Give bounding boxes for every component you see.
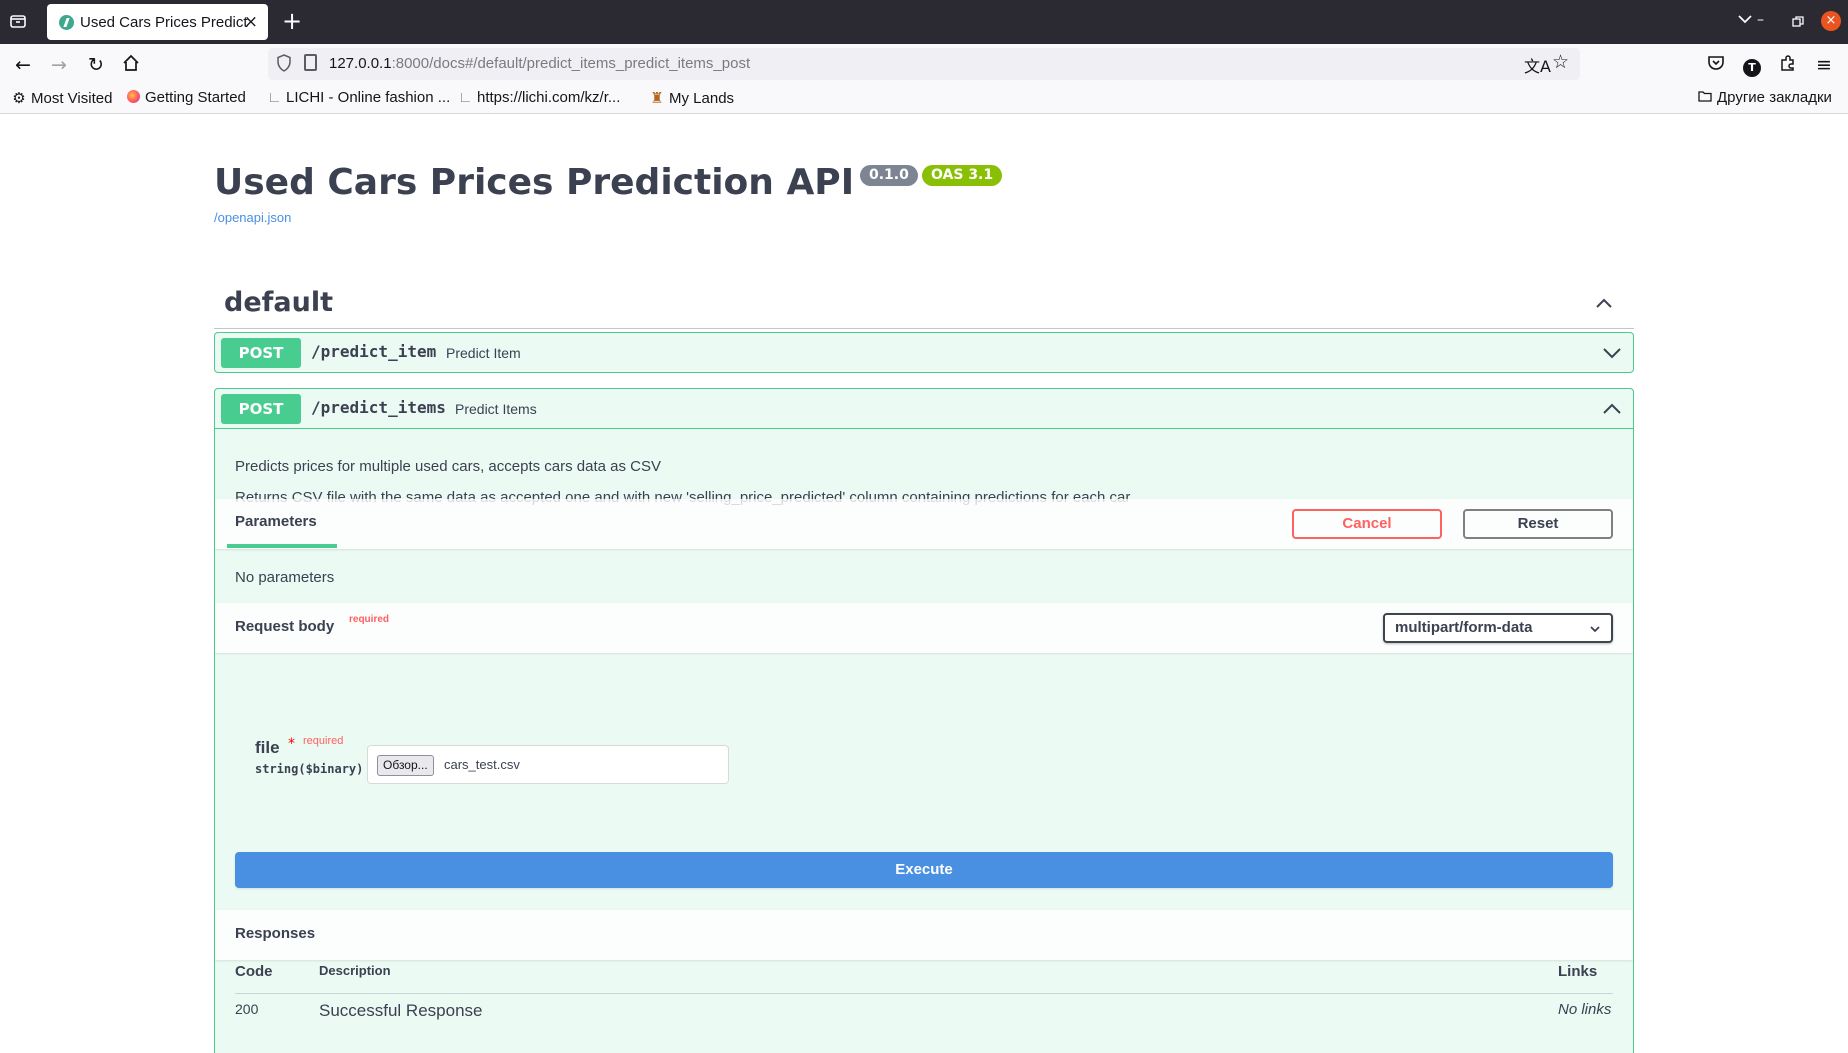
page-icon: ∟ (267, 89, 282, 106)
parameters-header: Parameters Cancel Reset (215, 499, 1633, 549)
responses-header: Responses (215, 910, 1633, 960)
minimize-window-icon[interactable]: – (1757, 12, 1764, 28)
operation-summary: Predict Items (455, 401, 537, 417)
column-header-links: Links (1558, 963, 1598, 980)
tracking-protection-shield-icon[interactable] (276, 54, 292, 76)
url-text[interactable]: 127.0.0.1:8000/docs#/default/predict_ite… (329, 55, 750, 72)
tab-title: Used Cars Prices Predict (80, 14, 248, 31)
reload-icon[interactable]: ↻ (85, 54, 107, 76)
new-tab-icon[interactable]: + (282, 8, 302, 34)
execute-button[interactable]: Execute (235, 852, 1613, 888)
file-input[interactable]: Обзор... cars_test.csv (367, 745, 729, 784)
chevron-down-icon[interactable] (1601, 343, 1623, 363)
api-title: Used Cars Prices Prediction API (214, 162, 855, 203)
operation-summary: Predict Item (446, 345, 521, 361)
operation-path: /predict_items (311, 398, 446, 417)
content-type-select[interactable]: multipart/form-data (1383, 613, 1613, 643)
opblock-summary[interactable]: POST /predict_item Predict Item (215, 333, 1633, 373)
chevron-up-icon[interactable] (1601, 399, 1623, 419)
url-bar[interactable]: 127.0.0.1:8000/docs#/default/predict_ite… (268, 48, 1580, 80)
account-avatar-icon[interactable]: T (1741, 54, 1763, 77)
oas-badge: OAS 3.1 (922, 165, 1003, 186)
opblock-predict-item[interactable]: POST /predict_item Predict Item (214, 332, 1634, 373)
tab-close-icon[interactable]: × (244, 12, 258, 32)
other-bookmarks[interactable]: Другие закладки (1698, 89, 1832, 106)
reset-button[interactable]: Reset (1463, 509, 1613, 539)
extensions-puzzle-icon[interactable] (1777, 54, 1799, 76)
firefox-icon (126, 89, 140, 106)
page-icon: ∟ (458, 89, 473, 106)
bookmark-star-icon[interactable]: ☆ (1552, 51, 1569, 73)
description-line: Predicts prices for multiple used cars, … (235, 458, 662, 475)
bookmark-lichi[interactable]: ∟ LICHI - Online fashion ... (267, 89, 450, 106)
tab-list-icon[interactable] (8, 11, 32, 33)
back-arrow-icon[interactable]: ← (12, 54, 34, 76)
bookmark-getting-started[interactable]: Getting Started (126, 89, 246, 106)
fastapi-favicon-icon (59, 15, 74, 30)
request-body-header: Request body required multipart/form-dat… (215, 603, 1633, 653)
browser-tab-active[interactable]: Used Cars Prices Predict × (47, 4, 268, 40)
folder-icon (1698, 89, 1712, 106)
close-window-icon[interactable]: × (1821, 11, 1841, 31)
file-field-label: file (255, 738, 280, 757)
browse-button[interactable]: Обзор... (377, 755, 434, 776)
http-method-badge: POST (221, 338, 301, 368)
file-required-marker: required (303, 735, 344, 747)
forward-arrow-icon[interactable]: → (48, 54, 70, 76)
http-method-badge: POST (221, 394, 301, 424)
response-links: No links (1558, 1001, 1612, 1018)
page-info-icon[interactable] (304, 54, 317, 71)
selected-file-name: cars_test.csv (444, 757, 520, 772)
operation-path: /predict_item (311, 342, 437, 361)
opblock-predict-items: POST /predict_items Predict Items Predic… (214, 388, 1634, 1053)
hamburger-menu-icon[interactable]: ≡ (1813, 54, 1835, 76)
required-star: * (288, 736, 295, 752)
pocket-icon[interactable] (1705, 54, 1727, 76)
list-all-tabs-icon[interactable] (1736, 10, 1754, 32)
tab-parameters[interactable]: Parameters (227, 499, 337, 548)
required-marker: required (349, 614, 390, 625)
openapi-json-link[interactable]: /openapi.json (214, 210, 291, 225)
tag-section-default[interactable]: default (214, 279, 1634, 329)
bookmark-my-lands[interactable]: ♜ My Lands (650, 89, 734, 107)
response-code: 200 (235, 1001, 259, 1017)
response-description: Successful Response (319, 1001, 483, 1020)
version-badge: 0.1.0 (860, 165, 918, 186)
chevron-down-icon (1590, 626, 1600, 633)
bookmark-lichi-url[interactable]: ∟ https://lichi.com/kz/r... (458, 89, 620, 106)
translate-icon[interactable]: 文A (1524, 53, 1551, 77)
opblock-summary[interactable]: POST /predict_items Predict Items (215, 389, 1633, 429)
browser-tab-bar: Used Cars Prices Predict × + – × (0, 0, 1848, 44)
file-type-label: string($binary) (255, 762, 364, 776)
swagger-page: Used Cars Prices Prediction API 0.1.0 OA… (0, 115, 1848, 1053)
bookmark-most-visited[interactable]: ⚙ Most Visited (12, 89, 112, 107)
chevron-up-icon[interactable] (1594, 293, 1614, 313)
no-parameters-text: No parameters (235, 569, 335, 586)
responses-title: Responses (235, 925, 316, 942)
browser-navigation-bar: ← → ↻ 127.0.0.1:8000/docs#/default/predi… (0, 44, 1848, 84)
request-body-title: Request body (235, 618, 335, 635)
column-header-description: Description (319, 963, 391, 978)
tag-name: default (224, 287, 333, 318)
gear-icon: ⚙ (12, 90, 26, 107)
home-icon[interactable] (120, 54, 142, 76)
column-header-code: Code (235, 963, 273, 980)
game-icon: ♜ (650, 90, 664, 107)
table-divider (235, 993, 1613, 994)
bookmarks-toolbar: ⚙ Most Visited Getting Started ∟ LICHI - O… (0, 84, 1848, 114)
cancel-button[interactable]: Cancel (1292, 509, 1442, 539)
restore-window-icon[interactable] (1792, 13, 1804, 32)
